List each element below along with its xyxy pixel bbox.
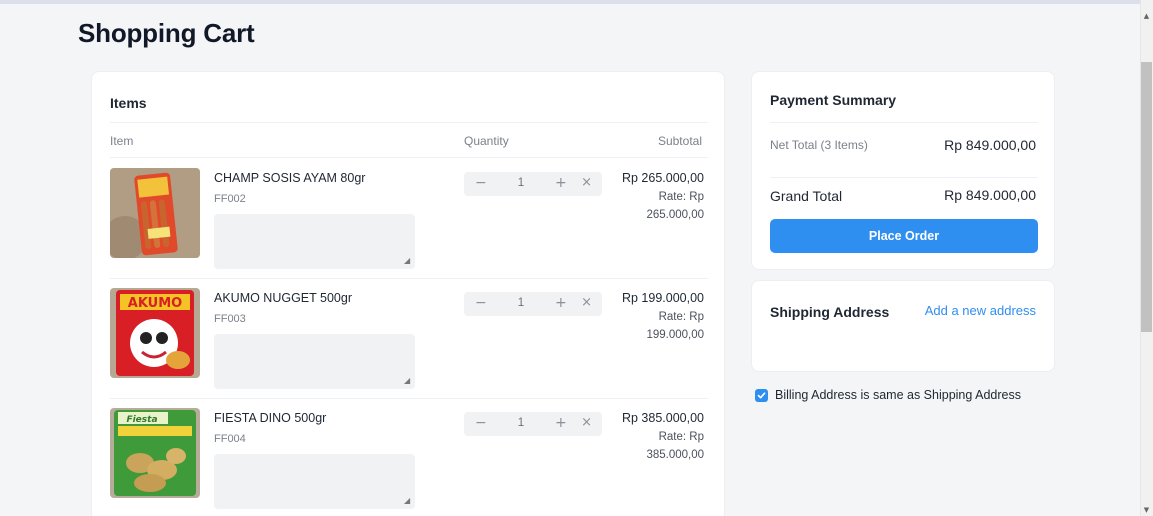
shipping-address-card: Shipping Address Add a new address: [751, 280, 1055, 372]
decrease-quantity-button[interactable]: −: [475, 175, 487, 191]
item-note-textarea[interactable]: [214, 214, 415, 269]
quantity-stepper: − 1 + ×: [464, 292, 602, 316]
billing-checkbox[interactable]: [755, 389, 768, 402]
column-header-item: Item: [110, 134, 134, 148]
product-photo-dino-icon: Fiesta: [110, 408, 200, 498]
grand-total-label: Grand Total: [770, 188, 843, 204]
increase-quantity-button[interactable]: +: [555, 295, 567, 311]
column-header-quantity: Quantity: [464, 134, 509, 148]
quantity-value[interactable]: 1: [514, 417, 528, 429]
product-name: FIESTA DINO 500gr: [214, 411, 327, 425]
scroll-up-arrow-icon[interactable]: ▲: [1142, 12, 1151, 21]
scroll-down-arrow-icon[interactable]: ▼: [1142, 506, 1151, 515]
remove-item-button[interactable]: ×: [581, 175, 592, 190]
cart-item-row: CHAMP SOSIS AYAM 80gr FF002 ◢ − 1 + × Rp…: [92, 158, 726, 278]
items-card: Items Item Quantity Subtotal CHAMP SOSIS…: [91, 71, 725, 516]
increase-quantity-button[interactable]: +: [555, 175, 567, 191]
shipping-address-title: Shipping Address: [770, 304, 890, 320]
remove-item-button[interactable]: ×: [581, 295, 592, 310]
divider: [770, 122, 1038, 123]
item-note-textarea[interactable]: [214, 334, 415, 389]
resize-grip-icon[interactable]: ◢: [404, 256, 410, 265]
payment-summary-title: Payment Summary: [770, 92, 897, 108]
net-total-value: Rp 849.000,00: [944, 137, 1036, 153]
top-border: [0, 0, 1140, 4]
quantity-value[interactable]: 1: [514, 297, 528, 309]
divider: [770, 177, 1038, 178]
net-total-label: Net Total (3 Items): [770, 138, 868, 152]
product-name: AKUMO NUGGET 500gr: [214, 291, 353, 305]
page-title: Shopping Cart: [78, 18, 255, 48]
decrease-quantity-button[interactable]: −: [475, 295, 487, 311]
item-rate-value: 199.000,00: [646, 329, 704, 341]
place-order-button[interactable]: Place Order: [770, 219, 1038, 253]
quantity-value[interactable]: 1: [514, 177, 528, 189]
item-note-textarea[interactable]: [214, 454, 415, 509]
product-name: CHAMP SOSIS AYAM 80gr: [214, 171, 366, 185]
quantity-stepper: − 1 + ×: [464, 412, 602, 436]
grand-total-value: Rp 849.000,00: [944, 187, 1036, 203]
decrease-quantity-button[interactable]: −: [475, 415, 487, 431]
product-code: FF003: [214, 313, 246, 325]
resize-grip-icon[interactable]: ◢: [404, 496, 410, 505]
quantity-stepper: − 1 + ×: [464, 172, 602, 196]
svg-text:AKUMO: AKUMO: [128, 296, 182, 311]
remove-item-button[interactable]: ×: [581, 415, 592, 430]
product-photo-nugget-icon: AKUMO: [110, 288, 200, 378]
item-subtotal: Rp 265.000,00: [621, 171, 704, 185]
scrollbar-thumb[interactable]: [1141, 62, 1152, 332]
product-code: FF002: [214, 193, 246, 205]
cart-item-row: Fiesta FIESTA DINO 500gr FF004 ◢ − 1 + ×…: [92, 398, 726, 516]
page-scrollbar[interactable]: ▲ ▼: [1140, 0, 1153, 516]
increase-quantity-button[interactable]: +: [555, 415, 567, 431]
billing-checkbox-label: Billing Address is same as Shipping Addr…: [775, 388, 1021, 402]
checkmark-icon: [757, 392, 766, 399]
item-rate-label: Rate: Rp: [658, 431, 704, 443]
item-rate-value: 385.000,00: [646, 449, 704, 461]
column-header-subtotal: Subtotal: [657, 134, 702, 148]
resize-grip-icon[interactable]: ◢: [404, 376, 410, 385]
items-title: Items: [110, 95, 147, 111]
item-subtotal: Rp 199.000,00: [621, 291, 704, 305]
cart-item-row: AKUMO AKUMO NUGGET 500gr FF003 ◢ − 1 + ×…: [92, 278, 726, 398]
item-rate-label: Rate: Rp: [658, 191, 704, 203]
divider: [110, 122, 708, 123]
product-code: FF004: [214, 433, 246, 445]
svg-text:Fiesta: Fiesta: [126, 415, 157, 425]
item-rate-value: 265.000,00: [646, 209, 704, 221]
add-new-address-link[interactable]: Add a new address: [925, 303, 1036, 318]
product-photo-sausage-icon: [110, 168, 200, 258]
item-rate-label: Rate: Rp: [658, 311, 704, 323]
item-subtotal: Rp 385.000,00: [621, 411, 704, 425]
payment-summary-card: Payment Summary Net Total (3 Items) Rp 8…: [751, 71, 1055, 270]
